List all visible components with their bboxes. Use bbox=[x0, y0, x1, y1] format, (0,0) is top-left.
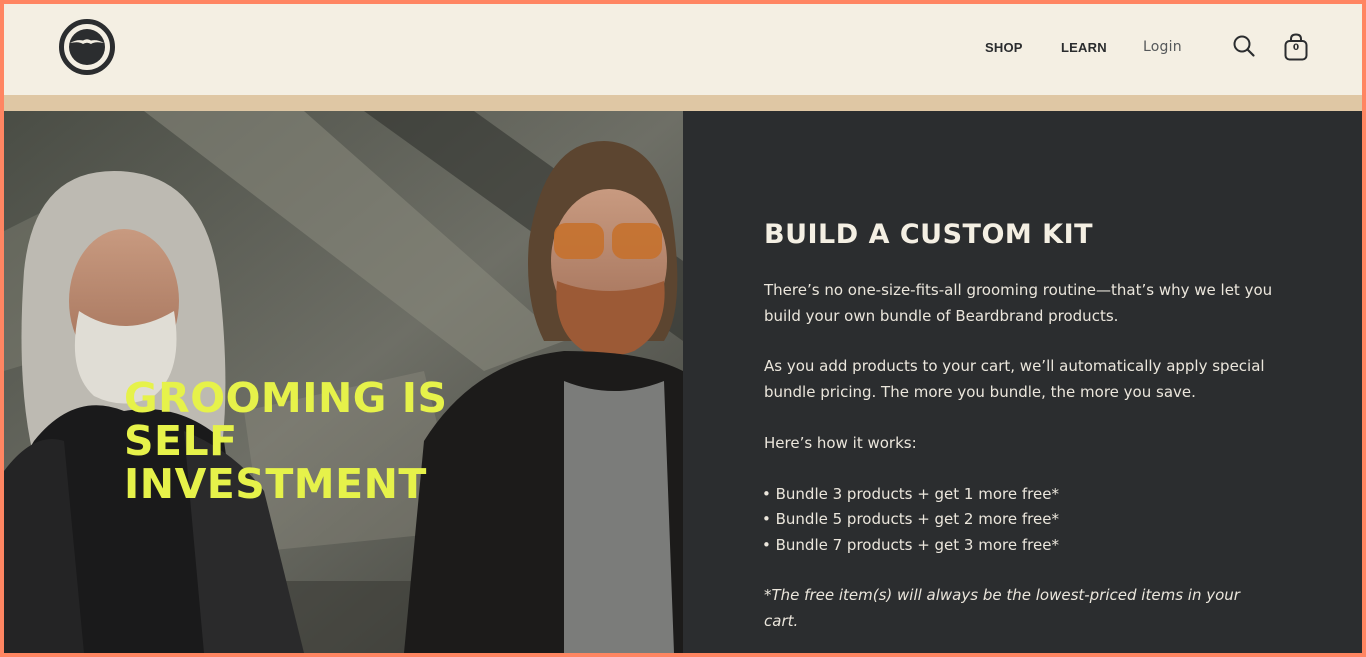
hero-title: GROOMING IS SELF INVESTMENT bbox=[124, 377, 448, 506]
bundle-bullet: • Bundle 5 products + get 2 more free* bbox=[762, 510, 1059, 528]
hero-title-line-2: SELF bbox=[124, 417, 238, 465]
site-header: SHOP LEARN Login 0 bbox=[4, 4, 1362, 95]
search-icon[interactable] bbox=[1232, 34, 1256, 58]
footnote: *The free item(s) will always be the low… bbox=[764, 586, 1240, 630]
header-accent-band bbox=[4, 95, 1362, 111]
page-frame: SHOP LEARN Login 0 GROOMING IS SELF INVE… bbox=[4, 4, 1362, 653]
hero-title-line-1: GROOMING IS bbox=[124, 374, 448, 422]
hero-image: GROOMING IS SELF INVESTMENT bbox=[4, 111, 683, 653]
nav-shop-link[interactable]: SHOP bbox=[985, 40, 1023, 55]
custom-kit-panel: BUILD A CUSTOM KIT There’s no one-size-f… bbox=[683, 111, 1362, 653]
hero-title-line-3: INVESTMENT bbox=[124, 460, 427, 508]
nav-login-link[interactable]: Login bbox=[1143, 39, 1182, 55]
how-it-works-label: Here’s how it works: bbox=[764, 434, 917, 452]
bundle-bullet: • Bundle 3 products + get 1 more free* bbox=[762, 485, 1059, 503]
panel-title: BUILD A CUSTOM KIT bbox=[764, 219, 1094, 250]
nav-learn-link[interactable]: LEARN bbox=[1061, 40, 1107, 55]
pricing-paragraph: As you add products to your cart, we’ll … bbox=[764, 357, 1265, 401]
bundle-bullet: • Bundle 7 products + get 3 more free* bbox=[762, 536, 1059, 554]
beard-logo-icon[interactable] bbox=[59, 19, 115, 75]
cart-count: 0 bbox=[1292, 43, 1300, 53]
cart-button[interactable]: 0 bbox=[1283, 32, 1309, 62]
intro-paragraph: There’s no one-size-fits-all grooming ro… bbox=[764, 281, 1273, 325]
